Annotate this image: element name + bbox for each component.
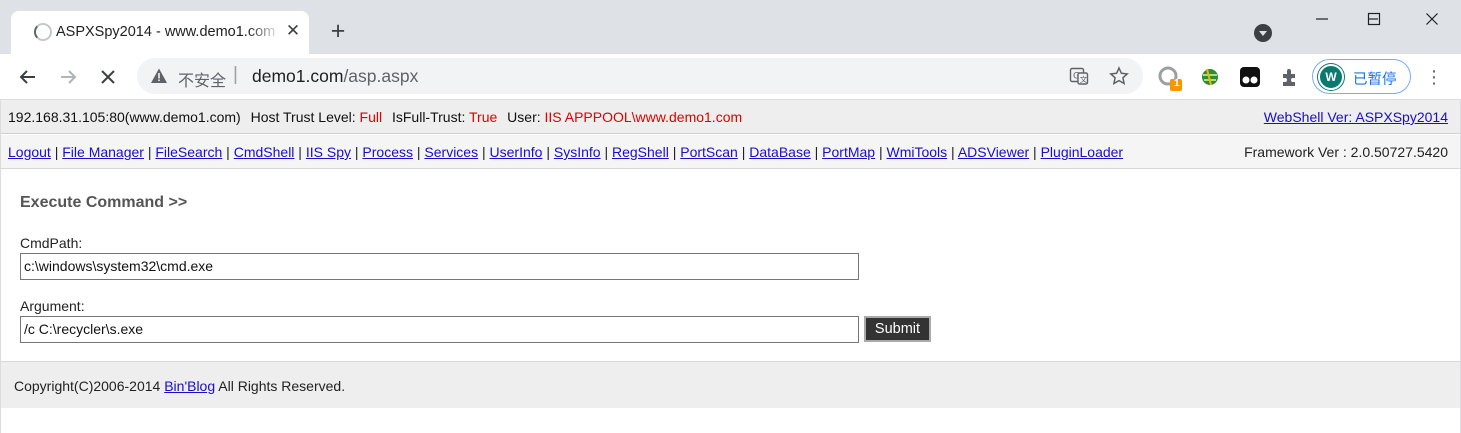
trust-level-label: Host Trust Level: [250,109,356,125]
version-link[interactable]: WebShell Ver: ASPXSpy2014 [1264,109,1448,125]
url-text[interactable]: demo1.com/asp.aspx [252,66,418,87]
svg-text:文: 文 [1080,74,1088,84]
back-icon[interactable] [17,66,39,88]
framework-version: Framework Ver : 2.0.50727.5420 [1244,144,1448,160]
tab-strip: ASPXSpy2014 - www.demo1.com ✕ + [0,0,1461,54]
nav-separator: | [542,144,554,160]
nav-link-portscan[interactable]: PortScan [680,144,738,160]
url-path: /asp.aspx [343,66,419,86]
nav-separator: | [947,144,958,160]
nav-separator: | [600,144,612,160]
extension-badge-count: 1 [1174,78,1180,89]
nav-link-portmap[interactable]: PortMap [822,144,875,160]
url-host: demo1.com [252,66,344,86]
nav-link-cmdshell[interactable]: CmdShell [234,144,295,160]
nav-separator: | [875,144,887,160]
insecure-label[interactable]: 不安全 [178,67,226,91]
address-bar[interactable]: 不安全 | demo1.com/asp.aspx G文 [137,58,1143,94]
nav-link-sysinfo[interactable]: SysInfo [554,144,601,160]
nav-separator: | [737,144,750,160]
cmdpath-input[interactable]: c:\windows\system32\cmd.exe [20,253,859,280]
user-value: IIS APPPOOL\www.demo1.com [544,109,743,125]
separator: | [233,64,238,85]
extensions-puzzle-icon[interactable] [1279,66,1301,88]
blog-link[interactable]: Bin'Blog [164,378,215,394]
submit-button[interactable]: Submit [864,316,931,342]
full-trust-value: True [469,109,498,125]
nav-separator: | [350,144,363,160]
nav-separator: | [294,144,306,160]
copyright: Copyright(C)2006-2014 Bin'Blog All Right… [14,378,345,394]
argument-input[interactable]: /c C:\recycler\s.exe [20,316,859,343]
nav-separator: | [50,144,63,160]
window-minimize-icon[interactable] [1299,6,1345,36]
profile-button[interactable]: W 已暂停 [1312,59,1411,94]
nav-separator: | [1029,144,1041,160]
nav-separator: | [412,144,425,160]
page-title: Execute Command >> [20,194,188,211]
cmdshell-panel: Execute Command >> CmdPath: c:\windows\s… [1,170,1460,361]
nav-link-file-manager[interactable]: File Manager [62,144,144,160]
copyright-suffix: All Rights Reserved. [218,378,346,394]
extension-badge-icon[interactable]: 1 [1158,66,1182,91]
loading-spinner-icon [34,23,52,41]
web-page: 192.168.31.105:80(www.demo1.com) Host Tr… [0,100,1461,433]
nav-separator: | [143,144,156,160]
cmdpath-label: CmdPath: [20,235,83,251]
server-info: 192.168.31.105:80(www.demo1.com) Host Tr… [8,109,742,125]
bookmark-star-icon[interactable] [1109,66,1129,86]
nav-separator: | [810,144,823,160]
nav-separator: | [478,144,490,160]
stop-loading-icon[interactable] [97,66,119,88]
nav-separator: | [222,144,234,160]
browser-toolbar: 不安全 | demo1.com/asp.aspx G文 1 W 已暂停 ⋮ [0,54,1461,100]
nav-link-userinfo[interactable]: UserInfo [490,144,543,160]
warning-icon[interactable] [150,67,168,85]
nav-link-services[interactable]: Services [424,144,478,160]
tampermonkey-icon[interactable] [1239,66,1261,88]
window-maximize-icon[interactable] [1351,6,1397,36]
translate-icon[interactable]: G文 [1069,66,1089,86]
browser-menu-icon[interactable]: ⋮ [1425,66,1443,88]
tab-search-icon[interactable] [1254,24,1272,42]
tool-nav-bar: Logout | File Manager | FileSearch | Cmd… [1,135,1460,169]
user-label: User: [507,109,541,125]
tab-title: ASPXSpy2014 - www.demo1.com [56,24,276,40]
window-close-icon[interactable] [1409,6,1455,36]
full-trust-label: IsFull-Trust: [391,109,466,125]
nav-link-filesearch[interactable]: FileSearch [155,144,222,160]
nav-link-database[interactable]: DataBase [749,144,810,160]
argument-label: Argument: [20,298,85,314]
new-tab-icon[interactable]: + [326,19,350,44]
browser-tab[interactable]: ASPXSpy2014 - www.demo1.com ✕ [11,11,309,54]
trust-level-value: Full [359,109,383,125]
host-address: 192.168.31.105:80(www.demo1.com) [8,109,241,125]
server-info-bar: 192.168.31.105:80(www.demo1.com) Host Tr… [1,100,1460,134]
close-tab-icon[interactable]: ✕ [283,21,303,41]
tool-links: Logout | File Manager | FileSearch | Cmd… [8,144,1123,160]
nav-link-iis-spy[interactable]: IIS Spy [306,144,351,160]
nav-link-pluginloader[interactable]: PluginLoader [1041,144,1124,160]
footer: Copyright(C)2006-2014 Bin'Blog All Right… [1,361,1460,408]
nav-link-logout[interactable]: Logout [8,144,51,160]
nav-link-adsviewer[interactable]: ADSViewer [958,144,1029,160]
copyright-prefix: Copyright(C)2006-2014 [14,378,161,394]
globe-extension-icon[interactable] [1199,66,1221,88]
nav-link-regshell[interactable]: RegShell [612,144,669,160]
forward-icon[interactable] [57,66,79,88]
nav-link-process[interactable]: Process [362,144,413,160]
profile-status-label: 已暂停 [1353,72,1397,88]
avatar: W [1318,64,1344,90]
nav-link-wmitools[interactable]: WmiTools [887,144,948,160]
nav-separator: | [668,144,681,160]
